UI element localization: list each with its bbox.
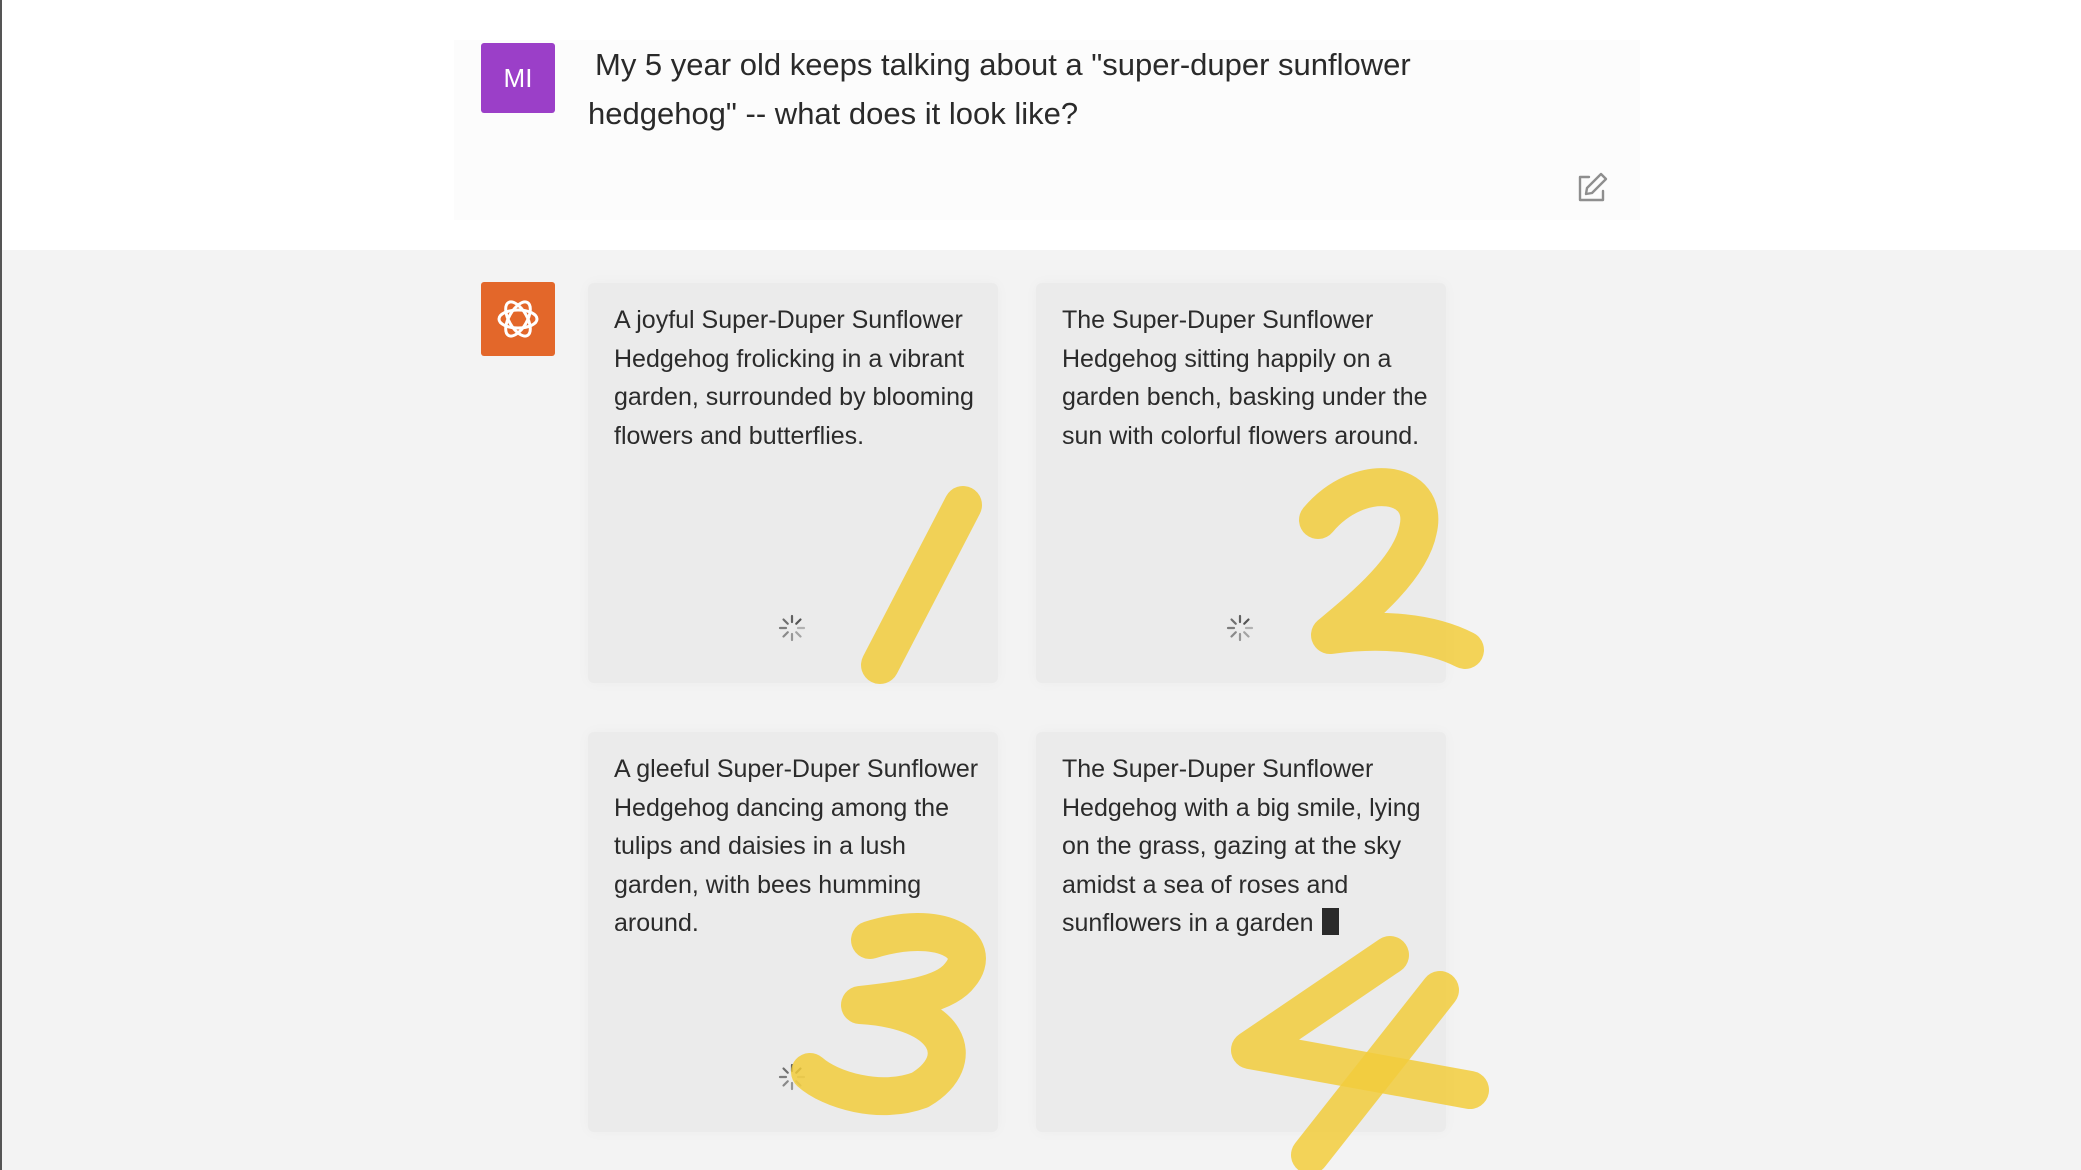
image-card-1: A joyful Super-Duper Sunflower Hedgehog … <box>588 283 998 683</box>
openai-logo-icon <box>497 300 539 338</box>
edit-message-button[interactable] <box>1574 170 1610 206</box>
card-prompt-text: The Super-Duper Sunflower Hedgehog with … <box>1062 750 1437 943</box>
pencil-square-icon <box>1578 172 1608 202</box>
card-prompt-text: A gleeful Super-Duper Sunflower Hedgehog… <box>614 755 979 937</box>
card-prompt-text: The Super-Duper Sunflower Hedgehog sitti… <box>1062 306 1428 450</box>
typing-cursor <box>1321 908 1339 935</box>
user-avatar: MI <box>481 43 555 113</box>
loading-spinner-icon <box>778 614 806 642</box>
image-card-3: A gleeful Super-Duper Sunflower Hedgehog… <box>588 732 998 1132</box>
assistant-avatar <box>481 282 555 356</box>
user-message-text: My 5 year old keeps talking about a "sup… <box>588 47 1411 131</box>
image-card-2: The Super-Duper Sunflower Hedgehog sitti… <box>1036 283 1446 683</box>
card-prompt-stream: The Super-Duper Sunflower Hedgehog with … <box>1062 755 1421 937</box>
image-card-4: The Super-Duper Sunflower Hedgehog with … <box>1036 732 1446 1132</box>
loading-spinner-icon <box>778 1063 806 1091</box>
card-prompt-text: A joyful Super-Duper Sunflower Hedgehog … <box>614 306 974 450</box>
chat-page: MI My 5 year old keeps talking about a "… <box>0 0 2081 1170</box>
loading-spinner-icon <box>1226 614 1254 642</box>
